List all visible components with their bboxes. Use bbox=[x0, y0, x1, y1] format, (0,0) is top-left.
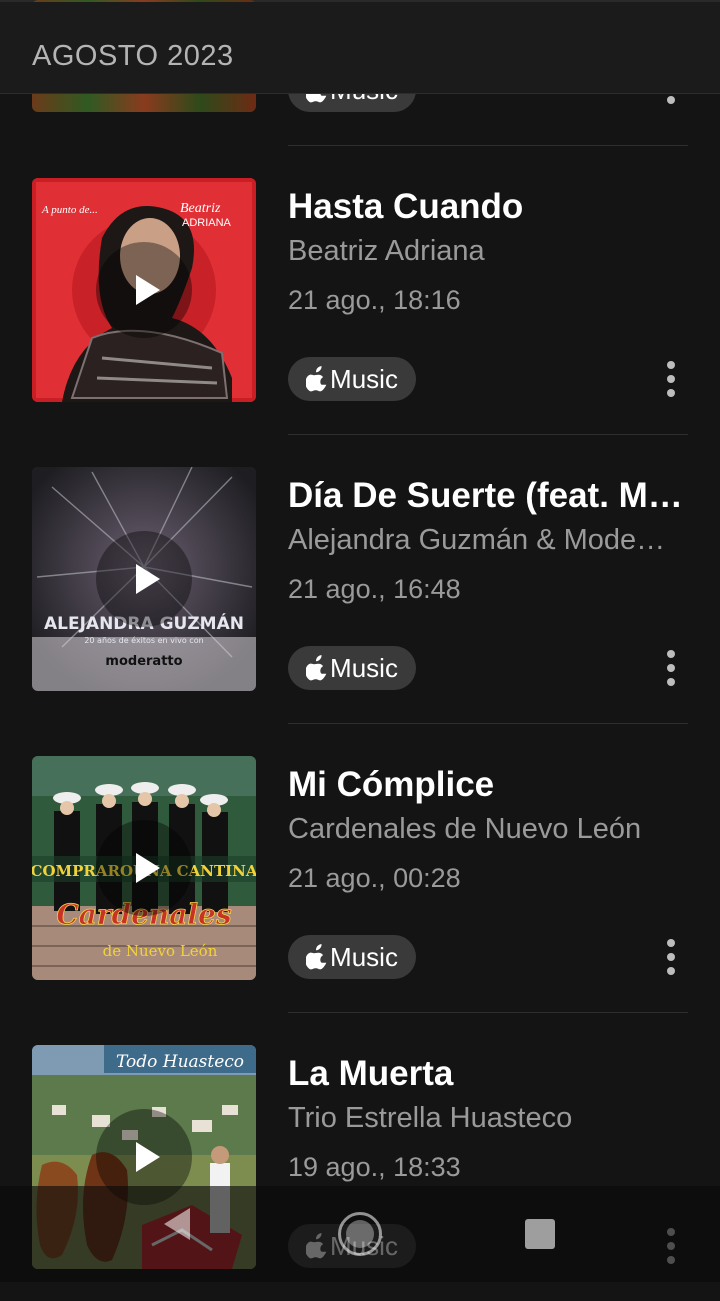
artist-name: Alejandra Guzmán & Mode… bbox=[288, 524, 666, 556]
back-icon[interactable] bbox=[164, 1208, 192, 1240]
played-time: 21 ago., 00:28 bbox=[288, 863, 461, 893]
artist-name: Cardenales de Nuevo León bbox=[288, 813, 642, 845]
apple-icon bbox=[306, 655, 327, 681]
list-item[interactable]: COMPRAROUNA CANTINA Cardenales de Nuevo … bbox=[0, 723, 720, 1012]
list-item[interactable]: A punto de... Beatriz ADRIANA Hasta Cuan… bbox=[0, 145, 720, 434]
song-title: Día De Suerte (feat. M… bbox=[288, 476, 683, 515]
more-options-icon[interactable] bbox=[660, 96, 684, 110]
svg-text:20 años de éxitos en vivo con: 20 años de éxitos en vivo con bbox=[84, 635, 203, 645]
section-header: AGOSTO 2023 bbox=[0, 2, 720, 94]
more-options-icon[interactable] bbox=[660, 359, 684, 399]
svg-text:ADRIANA: ADRIANA bbox=[182, 217, 232, 229]
home-icon[interactable] bbox=[338, 1212, 382, 1256]
played-time: 21 ago., 18:16 bbox=[288, 285, 461, 315]
system-navigation-bar bbox=[0, 1186, 720, 1282]
album-art[interactable]: ALEJANDRA GUZMÁN 20 años de éxitos en vi… bbox=[32, 467, 256, 691]
svg-text:de Nuevo León: de Nuevo León bbox=[103, 942, 218, 960]
more-options-icon[interactable] bbox=[660, 648, 684, 688]
svg-text:Todo Huasteco: Todo Huasteco bbox=[116, 1052, 244, 1072]
play-icon[interactable] bbox=[96, 242, 192, 338]
artist-name: Trio Estrella Huasteco bbox=[288, 1102, 573, 1134]
song-title: Hasta Cuando bbox=[288, 187, 524, 226]
svg-text:moderatto: moderatto bbox=[105, 654, 182, 669]
list-item[interactable]: ALEJANDRA GUZMÁN 20 años de éxitos en vi… bbox=[0, 434, 720, 723]
history-list: Music A punto de... Beatriz ADRIANA Hast… bbox=[0, 0, 720, 1282]
apple-music-badge[interactable]: Music bbox=[288, 935, 416, 979]
apple-music-label: Music bbox=[330, 364, 398, 394]
more-options-icon[interactable] bbox=[660, 937, 684, 977]
apple-icon bbox=[306, 944, 327, 970]
apple-music-badge[interactable]: Music bbox=[288, 357, 416, 401]
recents-icon[interactable] bbox=[525, 1219, 555, 1249]
song-title: Mi Cómplice bbox=[288, 765, 495, 804]
apple-music-label: Music bbox=[330, 942, 398, 972]
section-date-label: AGOSTO 2023 bbox=[32, 40, 234, 72]
played-time: 21 ago., 16:48 bbox=[288, 574, 461, 604]
apple-music-label: Music bbox=[330, 653, 398, 683]
apple-music-badge[interactable]: Music bbox=[288, 646, 416, 690]
play-icon[interactable] bbox=[96, 531, 192, 627]
album-art[interactable]: COMPRAROUNA CANTINA Cardenales de Nuevo … bbox=[32, 756, 256, 980]
played-time: 19 ago., 18:33 bbox=[288, 1152, 461, 1182]
svg-text:Beatriz: Beatriz bbox=[180, 201, 221, 216]
album-art[interactable]: A punto de... Beatriz ADRIANA bbox=[32, 178, 256, 402]
song-title: La Muerta bbox=[288, 1054, 454, 1093]
play-icon[interactable] bbox=[96, 820, 192, 916]
artist-name: Beatriz Adriana bbox=[288, 235, 485, 267]
svg-text:A punto de...: A punto de... bbox=[41, 204, 98, 216]
apple-icon bbox=[306, 366, 327, 392]
